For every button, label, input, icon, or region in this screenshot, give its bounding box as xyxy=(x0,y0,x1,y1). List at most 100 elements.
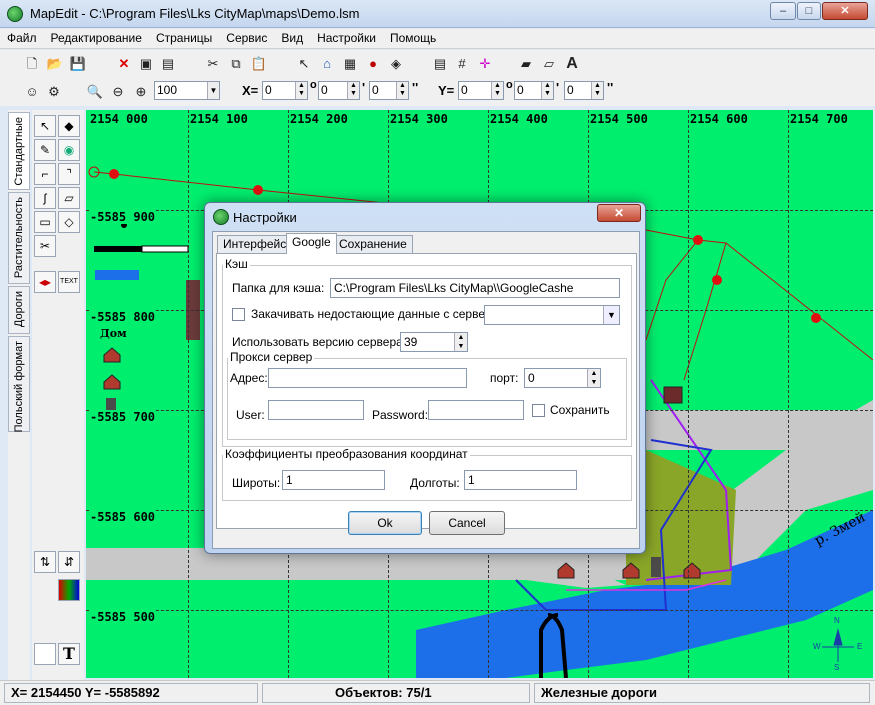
spin-arrows-icon[interactable]: ▲ ▼ xyxy=(591,82,603,99)
users-icon[interactable]: ☺ xyxy=(22,82,42,102)
longitude-coef-input[interactable]: 1 xyxy=(464,470,577,490)
close-button[interactable]: ✕ xyxy=(822,2,868,20)
latitude-coef-input[interactable]: 1 xyxy=(282,470,385,490)
new-file-icon[interactable]: 🗋 xyxy=(22,54,42,74)
copy-icon[interactable]: ⧉ xyxy=(226,54,246,74)
fill-tool-icon[interactable]: ◆ xyxy=(58,115,80,137)
tab-polish-format-label: Польский формат xyxy=(13,341,25,433)
minute-mark: ' xyxy=(556,80,560,95)
compass-n: N xyxy=(834,616,840,625)
proxy-user-input[interactable] xyxy=(268,400,364,420)
menu-file[interactable]: Файл xyxy=(0,29,44,47)
minute-mark: ' xyxy=(362,80,366,95)
ungroup-icon[interactable]: ▤ xyxy=(158,54,178,74)
crosshair-icon[interactable]: ✛ xyxy=(475,54,495,74)
globe-tool-icon[interactable]: ◉ xyxy=(58,139,80,161)
zoom-select[interactable]: 100 ▼ xyxy=(154,81,220,100)
polyline-icon[interactable]: ⌐ xyxy=(34,163,56,185)
group-icon[interactable]: ▣ xyxy=(136,54,156,74)
palette-icon[interactable] xyxy=(58,579,80,601)
zoom-out-icon[interactable]: ⊖ xyxy=(108,82,128,102)
text-icon[interactable]: A xyxy=(562,54,582,74)
text-tool-icon[interactable]: TEXT xyxy=(58,271,80,293)
y-seconds-input[interactable]: 0 ▲ ▼ xyxy=(564,81,604,100)
tab-saving[interactable]: Сохранение xyxy=(333,235,413,254)
settings-tool-icon[interactable]: ⚙ xyxy=(44,82,64,102)
spin-arrows-icon[interactable]: ▲ ▼ xyxy=(454,333,467,351)
cut-icon[interactable]: ✂ xyxy=(203,54,223,74)
rectangle-icon[interactable]: ▭ xyxy=(34,211,56,233)
select-arrow-icon[interactable]: ↖ xyxy=(34,115,56,137)
spin-arrows-icon[interactable]: ▲ ▼ xyxy=(347,82,359,99)
tab-google[interactable]: Google xyxy=(286,233,337,254)
proxy-address-input[interactable] xyxy=(268,368,467,388)
spin-arrows-icon[interactable]: ▲ ▼ xyxy=(587,369,600,387)
hatch-alt-icon[interactable]: ▱ xyxy=(539,54,559,74)
zoom-icon[interactable]: 🔍 xyxy=(85,82,105,102)
y-degrees-input[interactable]: 0 ▲ ▼ xyxy=(458,81,504,100)
layer-icon[interactable]: ▦ xyxy=(340,54,360,74)
cancel-button[interactable]: Cancel xyxy=(429,511,505,535)
x-coordinate-label: 2154 700 xyxy=(790,112,848,126)
scissors-icon[interactable]: ✂ xyxy=(34,235,56,257)
maximize-button[interactable]: □ xyxy=(797,2,821,20)
fill-icon[interactable]: ◈ xyxy=(386,54,406,74)
document-icon[interactable]: ▤ xyxy=(430,54,450,74)
cache-folder-input[interactable]: C:\Program Files\Lks CityMap\\GoogleCash… xyxy=(330,278,620,298)
save-disk-icon[interactable]: 💾 xyxy=(68,54,88,74)
server-version-label: Использовать версию сервера: xyxy=(232,335,407,349)
menu-bar: Файл Редактирование Страницы Сервис Вид Настр… xyxy=(0,29,875,49)
x-minutes-input[interactable]: 0 ▲ ▼ xyxy=(318,81,360,100)
tab-roads[interactable]: Дороги xyxy=(8,286,30,334)
x-degrees-input[interactable]: 0 ▲ ▼ xyxy=(262,81,308,100)
pencil-icon[interactable]: ✎ xyxy=(34,139,56,161)
hatch-icon[interactable]: ▰ xyxy=(516,54,536,74)
text-T-icon[interactable]: T xyxy=(58,643,80,665)
server-version-input[interactable]: 39 ▲ ▼ xyxy=(400,332,468,352)
diamond-icon[interactable]: ◇ xyxy=(58,211,80,233)
zoom-in-icon[interactable]: ⊕ xyxy=(131,82,151,102)
color-swatch[interactable] xyxy=(34,643,56,665)
spin-arrows-icon[interactable]: ▲ ▼ xyxy=(396,82,408,99)
ok-button[interactable]: Ok xyxy=(348,511,422,535)
menu-settings[interactable]: Настройки xyxy=(310,29,383,47)
proxy-password-input[interactable] xyxy=(428,400,524,420)
chevron-down-icon[interactable]: ▼ xyxy=(603,306,619,324)
spin-arrows-icon[interactable]: ▲ ▼ xyxy=(541,82,553,99)
pointer-icon[interactable]: ↖ xyxy=(294,54,314,74)
dialog-close-button[interactable]: ✕ xyxy=(597,204,641,222)
paste-icon[interactable]: 📋 xyxy=(249,54,269,74)
cache-folder-label: Папка для кэша: xyxy=(232,281,325,295)
points-icon[interactable]: ● xyxy=(363,54,383,74)
download-missing-checkbox[interactable] xyxy=(232,308,245,321)
sort-up-icon[interactable]: ⇅ xyxy=(34,551,56,573)
tab-standard[interactable]: Стандартные xyxy=(8,112,30,190)
y-minutes-input[interactable]: 0 ▲ ▼ xyxy=(514,81,554,100)
minimize-button[interactable]: – xyxy=(770,2,796,20)
chevron-down-icon[interactable]: ▼ xyxy=(207,82,219,99)
menu-service[interactable]: Сервис xyxy=(219,29,274,47)
menu-edit[interactable]: Редактирование xyxy=(44,29,149,47)
open-folder-icon[interactable]: 📂 xyxy=(45,54,65,74)
proxy-port-input[interactable]: 0 ▲ ▼ xyxy=(524,368,601,388)
menu-help[interactable]: Помощь xyxy=(383,29,443,47)
home-icon[interactable]: ⌂ xyxy=(317,54,337,74)
parallelogram-icon[interactable]: ▱ xyxy=(58,187,80,209)
spin-arrows-icon[interactable]: ▲ ▼ xyxy=(295,82,307,99)
delete-icon[interactable]: ✕ xyxy=(114,54,134,74)
spin-arrows-icon[interactable]: ▲ ▼ xyxy=(491,82,503,99)
tab-interface[interactable]: Интерфейс xyxy=(217,235,293,254)
sort-down-icon[interactable]: ⇵ xyxy=(58,551,80,573)
compass-e: E xyxy=(857,642,863,651)
menu-pages[interactable]: Страницы xyxy=(149,29,219,47)
x-seconds-input[interactable]: 0 ▲ ▼ xyxy=(369,81,409,100)
tab-vegetation[interactable]: Растительность xyxy=(8,192,30,284)
save-proxy-checkbox[interactable] xyxy=(532,404,545,417)
curve-icon[interactable]: ʃ xyxy=(34,187,56,209)
tab-polish-format[interactable]: Польский формат xyxy=(8,336,30,432)
menu-view[interactable]: Вид xyxy=(274,29,310,47)
grid-icon[interactable]: # xyxy=(452,54,472,74)
step-line-icon[interactable]: ⌝ xyxy=(58,163,80,185)
direction-arrows-icon[interactable]: ◂▸ xyxy=(34,271,56,293)
download-source-select[interactable]: ▼ xyxy=(484,305,620,325)
